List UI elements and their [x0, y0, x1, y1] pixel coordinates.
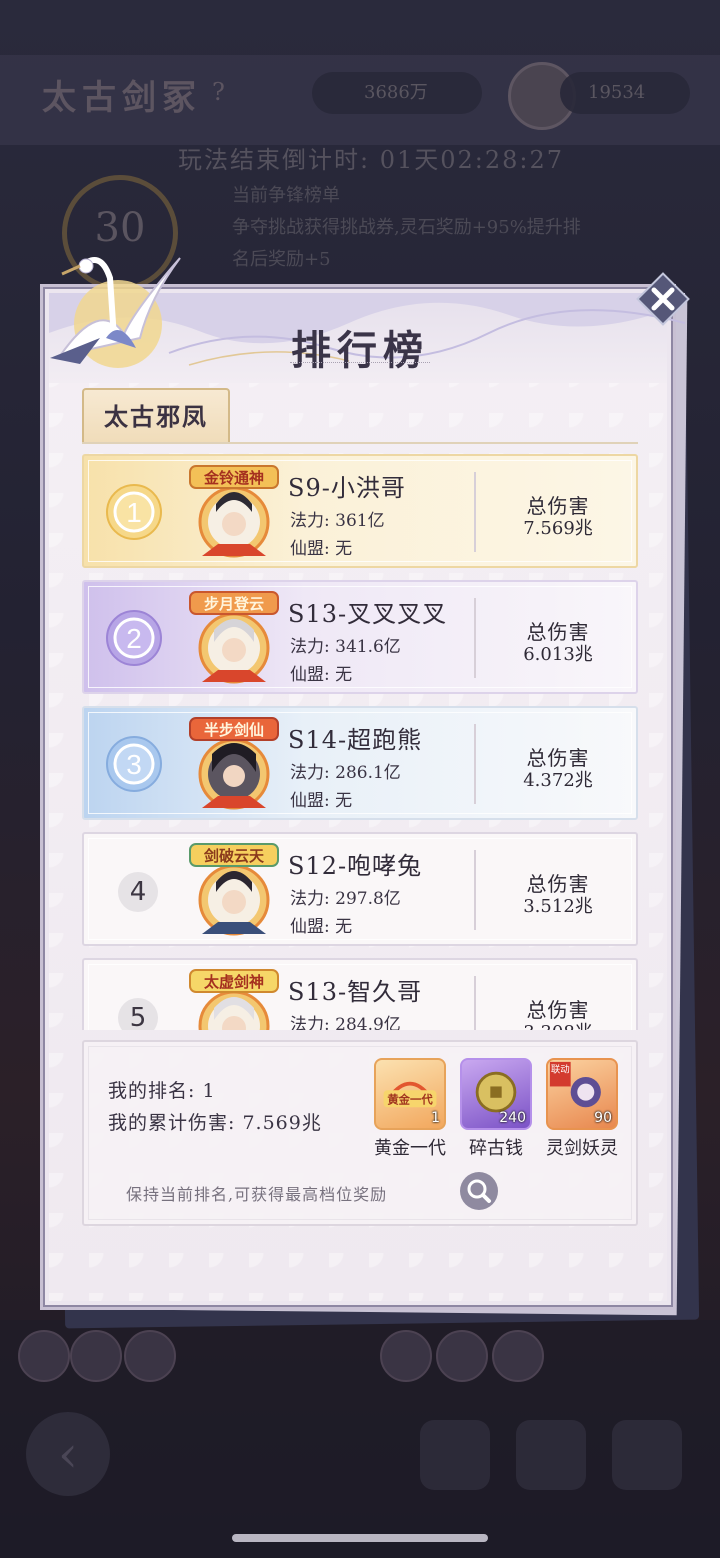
svg-text:太虚剑神: 太虚剑神 [204, 973, 264, 991]
player-name: S13-智久哥 [288, 978, 423, 1006]
ranking-row[interactable]: 5 太虚剑神 S13-智久哥 法力: 284.9亿 仙盟: 无 总伤害 3.30… [82, 958, 638, 1030]
ranking-row[interactable]: 2 步月登云 S13-叉叉叉叉 法力: 341.6亿 仙盟: 无 总伤害 6.0… [82, 580, 638, 694]
background-desc-line: 争夺挑战获得挑战券,灵石奖励+95%提升排 [232, 217, 581, 238]
player-power: 法力: 286.1亿 [290, 763, 401, 783]
skill-orb-icon [492, 1330, 544, 1382]
background-desc-line: 当前争锋榜单 [232, 185, 340, 206]
total-damage-value: 6.013兆 [523, 644, 593, 665]
player-avatar: 半步剑仙 [189, 717, 279, 810]
svg-text:黄金一代: 黄金一代 [387, 1092, 433, 1106]
svg-text:剑破云天: 剑破云天 [203, 847, 265, 865]
my-cumulative-damage: 我的累计伤害: 7.569兆 [108, 1112, 322, 1134]
currency-pill: 3686万 [312, 72, 482, 114]
player-avatar: 步月登云 [189, 591, 279, 684]
reward-name: 黄金一代 [374, 1138, 446, 1159]
skill-orb-icon [124, 1330, 176, 1382]
ranking-row[interactable]: 3 半步剑仙 S14-超跑熊 法力: 286.1亿 仙盟: 无 总伤害 4.37… [82, 706, 638, 820]
player-name: S12-咆哮兔 [288, 852, 423, 880]
background-countdown: 玩法结束倒计时: 01天02:28:27 [178, 146, 565, 174]
player-alliance: 仙盟: 无 [290, 917, 353, 937]
back-arrow-icon: ‹ [26, 1412, 110, 1496]
gold-medal-icon: 1 [106, 484, 162, 540]
nav-icon [420, 1420, 490, 1490]
svg-text:1: 1 [126, 497, 142, 528]
player-name: S13-叉叉叉叉 [288, 600, 448, 628]
reward-hint: 保持当前排名,可获得最高档位奖励 [126, 1185, 388, 1204]
reward-item-spirit-sword-demon[interactable]: 联动 90 [546, 1058, 618, 1130]
purple-medal-icon: 2 [106, 610, 162, 666]
player-alliance: 仙盟: 无 [290, 791, 353, 811]
tab-underline [82, 442, 638, 444]
background-title: 太古剑冢 [42, 78, 202, 118]
nav-icon [516, 1420, 586, 1490]
ranking-row[interactable]: 1 金铃通神 S9-小洪哥 法力: 361亿 仙盟: 无 总伤害 7.569兆 [82, 454, 638, 568]
total-damage-value: 7.569兆 [523, 518, 593, 539]
skill-orb-icon [70, 1330, 122, 1382]
total-damage-value: 3.308兆 [476, 1018, 638, 1030]
player-power: 法力: 284.9亿 [290, 1015, 401, 1030]
svg-text:联动: 联动 [551, 1064, 570, 1075]
reward-count: 90 [594, 1110, 612, 1126]
background-desc-line: 名后奖励+5 [232, 249, 331, 270]
reward-count: 240 [499, 1110, 526, 1126]
svg-text:半步剑仙: 半步剑仙 [204, 721, 264, 739]
reward-name: 灵剑妖灵 [546, 1138, 618, 1159]
close-button[interactable] [636, 272, 690, 326]
player-avatar: 太虚剑神 [189, 969, 279, 1030]
reward-preview-button[interactable] [460, 1172, 498, 1210]
home-indicator[interactable] [232, 1534, 488, 1542]
svg-text:3: 3 [126, 749, 142, 780]
svg-text:金铃通神: 金铃通神 [203, 469, 264, 487]
skill-orb-icon [380, 1330, 432, 1382]
player-alliance: 仙盟: 无 [290, 665, 353, 685]
rank-number: 4 [118, 872, 158, 912]
reward-item-ancient-coin[interactable]: 240 [460, 1058, 532, 1130]
player-avatar: 金铃通神 [189, 465, 279, 558]
title-underline [290, 362, 430, 370]
reward-name: 碎古钱 [469, 1138, 523, 1159]
total-damage-value: 4.372兆 [523, 770, 593, 791]
player-name: S9-小洪哥 [288, 474, 406, 502]
reward-item-gold-generation[interactable]: 黄金一代 1 [374, 1058, 446, 1130]
blue-medal-icon: 3 [106, 736, 162, 792]
magnifier-icon [467, 1179, 491, 1203]
player-alliance: 仙盟: 无 [290, 539, 353, 559]
rank-number: 5 [118, 998, 158, 1030]
my-rank: 我的排名: 1 [108, 1080, 216, 1102]
svg-text:步月登云: 步月登云 [204, 595, 264, 613]
player-power: 法力: 297.8亿 [290, 889, 401, 909]
player-value-pill: 19534 [560, 72, 690, 114]
total-damage-value: 3.512兆 [523, 896, 593, 917]
ranking-row[interactable]: 4 剑破云天 S12-咆哮兔 法力: 297.8亿 仙盟: 无 总伤害 3.51… [82, 832, 638, 946]
player-avatar: 剑破云天 [189, 843, 279, 936]
skill-orb-icon [18, 1330, 70, 1382]
background-description: 当前争锋榜单 争夺挑战获得挑战券,灵石奖励+95%提升排 名后奖励+5 [232, 180, 672, 276]
svg-text:2: 2 [126, 623, 142, 654]
player-power: 法力: 361亿 [290, 511, 385, 531]
ranking-list[interactable]: 1 金铃通神 S9-小洪哥 法力: 361亿 仙盟: 无 总伤害 7.569兆 … [82, 454, 638, 1030]
tab-taigu-xiefeng[interactable]: 太古邪凤 [82, 388, 230, 444]
help-icon: ? [212, 78, 225, 106]
player-power: 法力: 341.6亿 [290, 637, 401, 657]
reward-count: 1 [431, 1110, 440, 1126]
player-name: S14-超跑熊 [288, 726, 423, 754]
nav-icon [612, 1420, 682, 1490]
skill-orb-icon [436, 1330, 488, 1382]
